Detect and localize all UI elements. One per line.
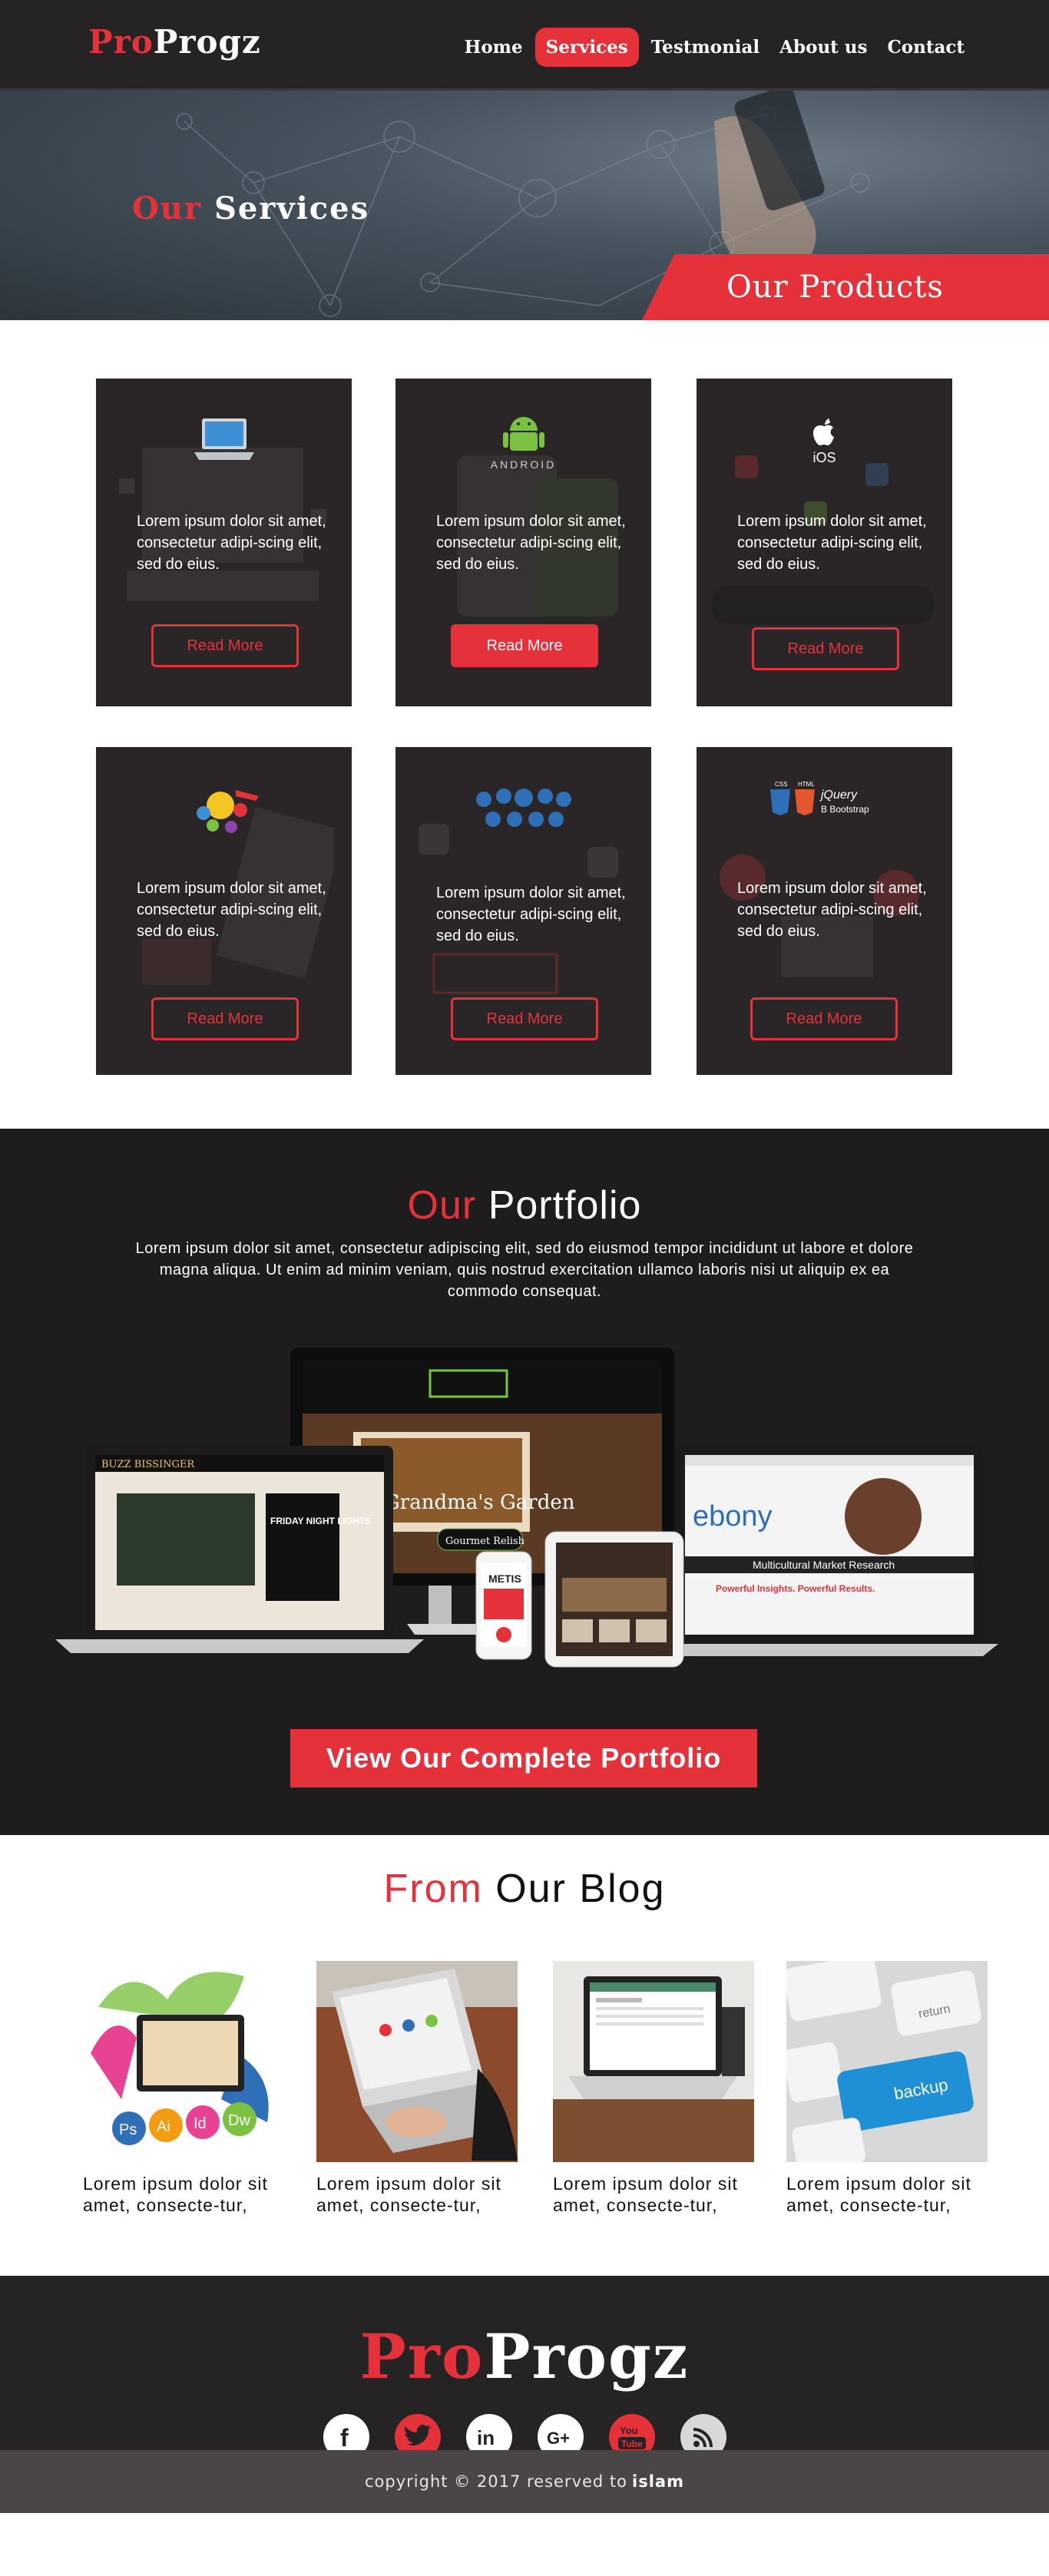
service-card-text: Lorem ipsum dolor sit amet, consectetur … [137,880,326,940]
read-more-button[interactable]: Read More [151,997,299,1040]
right-laptop-brand: ebony [693,1500,773,1533]
svg-text:Id: Id [194,2115,207,2132]
top-navbar: ProProgz Home Services Testmonial About … [0,0,1049,91]
laptop-desk-icon[interactable] [553,1961,754,2162]
portfolio-device-mockups: Grandma's Garden Gourmet Relish BUZZ BIS… [55,1348,998,1668]
our-products-banner: Our Products [642,254,1049,320]
svg-text:G+: G+ [547,2429,570,2448]
site-logo[interactable]: ProProgz [88,23,261,61]
service-card-text: Lorem ipsum dolor sit amet, consectetur … [137,513,326,573]
services-section: Lorem ipsum dolor sit amet, consectetur … [0,320,1049,1129]
read-more-button[interactable]: Read More [151,624,299,667]
nav-about-us[interactable]: About us [772,29,875,65]
svg-text:Dw: Dw [228,2112,250,2129]
right-laptop-mockup: ebony Multicultural Market Research Powe… [660,1446,998,1656]
blog-post-4[interactable]: return backup Lorem ipsum dolor sit amet… [786,1961,988,2216]
service-card-seo: Lorem ipsum dolor sit amet, consectetur … [96,747,352,1075]
svg-text:Tube: Tube [621,2439,643,2449]
view-portfolio-button[interactable]: View Our Complete Portfolio [290,1729,757,1787]
service-card-text: Lorem ipsum dolor sit amet, consectetur … [436,513,626,573]
monitor-site-title: Grandma's Garden [384,1491,575,1514]
ios-wordmark: iOS [812,449,836,465]
read-more-button[interactable]: Read More [451,997,598,1040]
svg-text:You: You [620,2425,638,2436]
phone-mockup: METIS [475,1551,532,1660]
footer-logo[interactable]: ProProgz [0,2320,1049,2392]
portfolio-section: Our Portfolio Lorem ipsum dolor sit amet… [0,1129,1049,1835]
adobe-suite-icon[interactable]: Ps Ai Id Dw [83,1961,284,2162]
service-card-text: Lorem ipsum dolor sit amet, consectetur … [737,880,927,940]
hero-title-rest: Services [213,190,370,227]
footer-logo-progz: Progz [484,2320,690,2392]
html-label: HTML [798,781,815,788]
service-card-android: ANDROID Lorem ipsum dolor sit amet, cons… [395,379,651,706]
android-wordmark: ANDROID [490,458,557,471]
logo-pro: Pro [88,23,154,61]
copyright-owner: islam [632,2472,684,2491]
blog-post-excerpt: Lorem ipsum dolor sit amet, consecte-tur… [553,2174,738,2215]
laptop-typing-icon[interactable] [316,1961,518,2162]
laptop-poster-title: FRIDAY NIGHT LIGHTS [270,1516,371,1526]
service-card-ios: iOS Lorem ipsum dolor sit amet, consecte… [697,379,952,706]
hero-banner: Our Services Our Products [0,91,1049,320]
blog-post-excerpt: Lorem ipsum dolor sit amet, consecte-tur… [786,2174,971,2215]
main-menu: Home Services Testmonial About us Contac… [457,28,972,67]
svg-text:f: f [340,2424,349,2452]
monitor-badge: Gourmet Relish [445,1536,525,1547]
service-card-text: Lorem ipsum dolor sit amet, consectetur … [436,885,626,944]
blog-section: From Our Blog Ps Ai Id Dw Lorem ipsum do… [0,1835,1049,2276]
right-laptop-caption: Multicultural Market Research [753,1559,895,1571]
apple-ios-icon: iOS [697,406,952,475]
portfolio-title-accent: Our [407,1183,477,1228]
read-more-button[interactable]: Read More [750,997,898,1040]
read-more-button[interactable]: Read More [451,624,598,667]
service-card-web: Lorem ipsum dolor sit amet, consectetur … [96,379,352,706]
laptop-site-title: BUZZ BISSINGER [101,1459,195,1470]
blog-title-rest: Our Blog [495,1867,666,1911]
nav-contact[interactable]: Contact [879,29,972,65]
nav-services[interactable]: Services [534,28,639,67]
hero-title: Our Services [132,190,369,227]
read-more-button[interactable]: Read More [752,627,899,670]
copyright-bar: copyright © 2017 reserved to islam [0,2450,1049,2513]
nav-home[interactable]: Home [457,29,531,65]
blog-title-accent: From [383,1867,483,1911]
blog-post-excerpt: Lorem ipsum dolor sit amet, consecte-tur… [83,2174,268,2215]
service-card-cloud: Lorem ipsum dolor sit amet, consectetur … [395,747,651,1075]
site-footer: ProProgz f in G+ You Tube copyright © 20… [0,2276,1049,2513]
seo-social-icon [96,775,352,844]
footer-logo-pro: Pro [359,2320,485,2392]
service-card-html-css: CSS HTML jQuery B Bootstrap Lorem ipsum … [697,747,952,1075]
keyboard-backup-icon[interactable]: return backup [786,1961,988,2162]
logo-progz: Progz [153,23,261,61]
svg-text:in: in [477,2426,495,2449]
portfolio-title-rest: Portfolio [488,1183,642,1228]
phone-brand: METIS [488,1572,521,1585]
android-icon: ANDROID [395,406,651,475]
jquery-label: jQuery [819,789,858,802]
left-laptop-mockup: BUZZ BISSINGER FRIDAY NIGHT LIGHTS [55,1446,424,1653]
portfolio-description: Lorem ipsum dolor sit amet, consectetur … [135,1240,914,1300]
svg-text:Ps: Ps [119,2121,137,2138]
css-label: CSS [775,781,787,788]
blog-post-3[interactable]: Lorem ipsum dolor sit amet, consecte-tur… [553,1961,754,2216]
hero-title-accent: Our [132,190,202,227]
laptop-icon [96,406,352,475]
bootstrap-label: B Bootstrap [821,804,869,815]
nav-testimonial[interactable]: Testmonial [644,29,767,65]
blog-post-excerpt: Lorem ipsum dolor sit amet, consecte-tur… [316,2174,501,2215]
blog-title: From Our Blog [0,1866,1049,1912]
cloud-apps-icon [395,775,651,844]
html-css-jquery-icon: CSS HTML jQuery B Bootstrap [697,767,952,836]
tablet-mockup [544,1531,684,1668]
svg-text:Ai: Ai [157,2118,170,2135]
right-laptop-tagline: Powerful Insights. Powerful Results. [716,1583,875,1594]
service-card-text: Lorem ipsum dolor sit amet, consectetur … [737,513,927,573]
blog-post-1[interactable]: Ps Ai Id Dw Lorem ipsum dolor sit amet, … [83,1961,284,2216]
portfolio-title: Our Portfolio [0,1182,1049,1228]
copyright-text: copyright © 2017 reserved to [365,2472,628,2491]
blog-post-2[interactable]: Lorem ipsum dolor sit amet, consecte-tur… [316,1961,518,2216]
our-products-label: Our Products [726,270,944,305]
